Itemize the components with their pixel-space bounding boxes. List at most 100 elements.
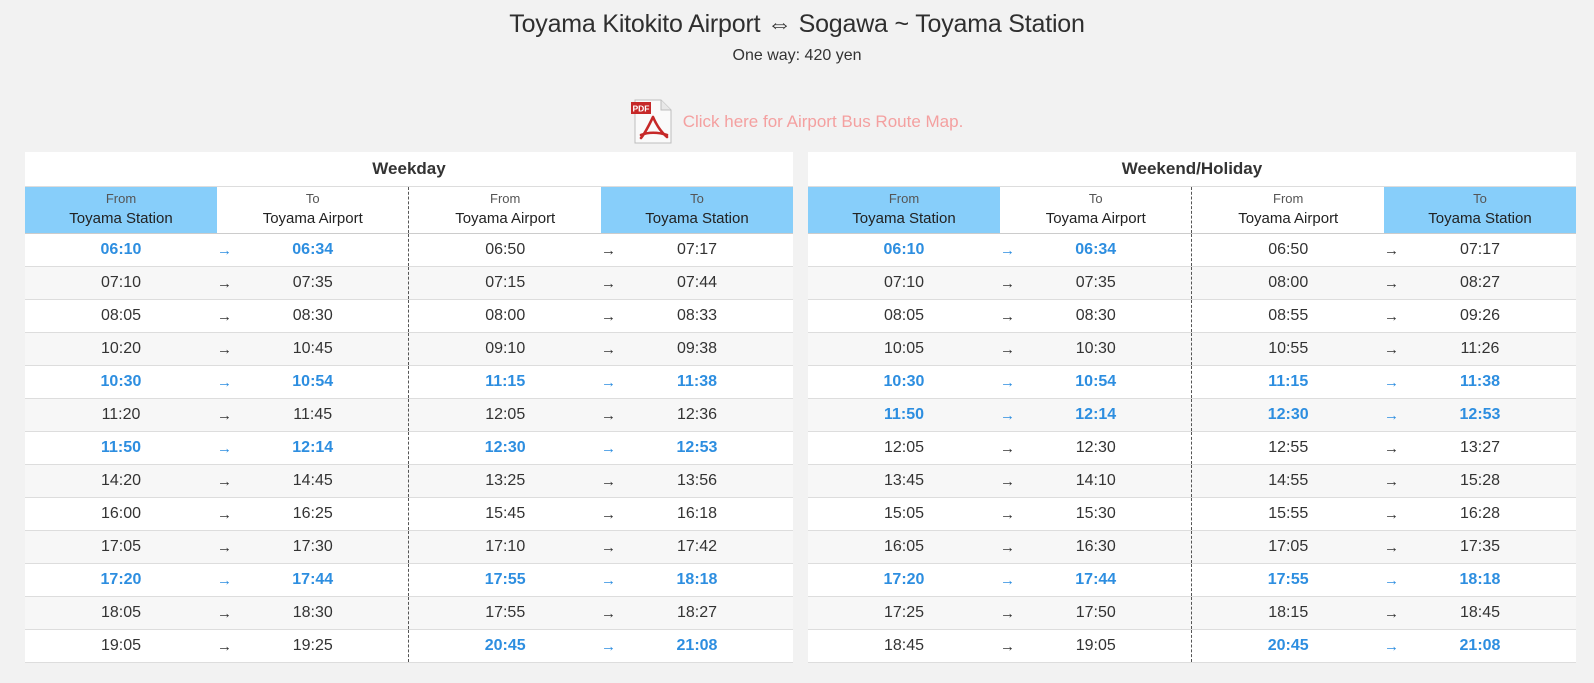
timetable-weekday: Weekday From Toyama Station To Toyama Ai… — [25, 152, 793, 663]
timetable-row: 15:05 → 15:30 15:55 → 16:28 — [808, 497, 1576, 531]
pdf-icon-label: PDF — [632, 104, 649, 114]
column-header: From Toyama Airport — [408, 186, 601, 234]
departure-time: 11:15 — [1191, 365, 1384, 399]
departure-time: 17:20 — [25, 563, 217, 597]
departure-time: 12:30 — [408, 431, 601, 465]
arrival-time: 12:14 — [999, 398, 1193, 432]
arrival-time: 19:25 — [216, 629, 410, 663]
column-header: To Toyama Station — [600, 186, 793, 234]
column-header: To Toyama Airport — [216, 186, 409, 234]
departure-time: 11:50 — [25, 431, 217, 465]
column-header: From Toyama Station — [25, 186, 217, 234]
timetable-row: 19:05 → 19:25 20:45 → 21:08 — [25, 629, 793, 663]
departure-time: 17:55 — [1191, 563, 1384, 597]
arrival-time: 17:44 — [216, 563, 410, 597]
timetable-row: 11:50→12:1412:30→12:53 — [808, 398, 1576, 432]
timetable-row: 18:05→18:3017:55→18:27 — [25, 596, 793, 630]
route-map-link-row: PDF Click here for Airport Bus Route Map… — [0, 99, 1594, 144]
departure-time: 11:50 — [808, 398, 1000, 432]
timetable-row: 17:05→17:3017:10→17:42 — [25, 530, 793, 564]
arrival-time: 12:30 — [999, 431, 1193, 465]
arrival-time: 18:18 — [600, 563, 793, 597]
departure-time: 14:55 — [1191, 464, 1384, 498]
column-header-big: Toyama Airport — [1238, 210, 1339, 227]
departure-time: 10:05 — [808, 332, 1000, 366]
departure-time: 10:30 — [808, 365, 1000, 399]
departure-time: 16:05 — [808, 530, 1000, 564]
arrival-time: 10:54 — [999, 365, 1193, 399]
timetable-row: 10:05→10:3010:55→11:26 — [808, 332, 1576, 366]
arrival-time: 15:28 — [1383, 464, 1576, 498]
arrival-time: 07:35 — [999, 266, 1193, 300]
arrival-time: 06:34 — [999, 233, 1193, 267]
arrival-time: 21:08 — [600, 629, 793, 663]
arrival-time: 14:10 — [999, 464, 1193, 498]
timetable-row: 08:05 → 08:30 08:00 → 08:33 — [25, 299, 793, 333]
departure-time: 12:05 — [408, 398, 601, 432]
timetable-row: 07:10→07:3508:00→08:27 — [808, 266, 1576, 300]
column-header: To Toyama Station — [1383, 186, 1576, 234]
timetable-body: 06:10→06:3406:50→07:1707:10→07:3508:00→0… — [808, 233, 1576, 663]
departure-time: 06:10 — [808, 233, 1000, 267]
departure-time: 08:00 — [408, 299, 601, 333]
timetable-title: Weekday — [25, 152, 793, 187]
departure-time: 12:55 — [1191, 431, 1384, 465]
arrival-time: 09:38 — [600, 332, 793, 366]
arrival-time: 18:30 — [216, 596, 410, 630]
column-header-big: Toyama Airport — [455, 210, 556, 227]
pdf-icon[interactable]: PDF — [630, 99, 673, 144]
column-header-big: Toyama Airport — [1045, 210, 1146, 227]
timetable-row: 11:20→11:4512:05→12:36 — [25, 398, 793, 432]
arrival-time: 17:44 — [999, 563, 1193, 597]
timetable-row: 12:05 → 12:30 12:55 → 13:27 — [808, 431, 1576, 465]
departure-time: 18:05 — [25, 596, 217, 630]
column-header-small: From — [105, 191, 137, 206]
timetable-row: 06:10 → 06:34 06:50 → 07:17 — [808, 233, 1576, 267]
arrival-time: 19:05 — [999, 629, 1193, 663]
arrival-time: 07:44 — [600, 266, 793, 300]
arrival-time: 11:26 — [1383, 332, 1576, 366]
departure-time: 07:10 — [25, 266, 217, 300]
timetable-row: 07:10→07:3507:15→07:44 — [25, 266, 793, 300]
column-header-small: To — [1088, 191, 1103, 206]
arrival-time: 18:45 — [1383, 596, 1576, 630]
departure-time: 12:30 — [1191, 398, 1384, 432]
timetable-row: 17:25→17:5018:15→18:45 — [808, 596, 1576, 630]
timetable-row: 16:05→16:3017:05→17:35 — [808, 530, 1576, 564]
arrival-time: 08:30 — [216, 299, 410, 333]
arrival-time: 13:56 — [600, 464, 793, 498]
column-header: To Toyama Airport — [999, 186, 1192, 234]
arrival-time: 12:53 — [1383, 398, 1576, 432]
departure-time: 06:50 — [408, 233, 601, 267]
column-header-small: To — [690, 191, 704, 206]
departure-time: 08:05 — [808, 299, 1000, 333]
timetable-row: 16:00 → 16:25 15:45 → 16:18 — [25, 497, 793, 531]
column-header-big: Toyama Station — [69, 210, 173, 227]
arrival-time: 07:17 — [600, 233, 793, 267]
arrival-time: 17:42 — [600, 530, 793, 564]
departure-time: 07:10 — [808, 266, 1000, 300]
arrival-time: 21:08 — [1383, 629, 1576, 663]
arrival-time: 16:30 — [999, 530, 1193, 564]
departure-time: 17:10 — [408, 530, 601, 564]
arrival-time: 11:45 — [216, 398, 410, 432]
departure-time: 16:00 — [25, 497, 217, 531]
departure-time: 09:10 — [408, 332, 601, 366]
fare-info: One way: 420 yen — [732, 47, 862, 64]
departure-time: 19:05 — [25, 629, 217, 663]
arrival-time: 12:53 — [600, 431, 793, 465]
departure-time: 14:20 — [25, 464, 217, 498]
arrival-time: 12:36 — [600, 398, 793, 432]
arrival-time: 07:17 — [1383, 233, 1576, 267]
departure-time: 17:20 — [808, 563, 1000, 597]
arrival-time: 18:27 — [600, 596, 793, 630]
departure-time: 17:55 — [408, 596, 601, 630]
departure-time: 18:15 — [1191, 596, 1384, 630]
timetable-row: 08:05 → 08:30 08:55 → 09:26 — [808, 299, 1576, 333]
arrival-time: 08:30 — [999, 299, 1193, 333]
timetable-row: 18:45 → 19:05 20:45 → 21:08 — [808, 629, 1576, 663]
route-map-link[interactable]: Click here for Airport Bus Route Map. — [683, 112, 964, 132]
column-header-small: From — [888, 191, 920, 206]
arrival-time: 18:18 — [1383, 563, 1576, 597]
arrival-time: 11:38 — [1383, 365, 1576, 399]
